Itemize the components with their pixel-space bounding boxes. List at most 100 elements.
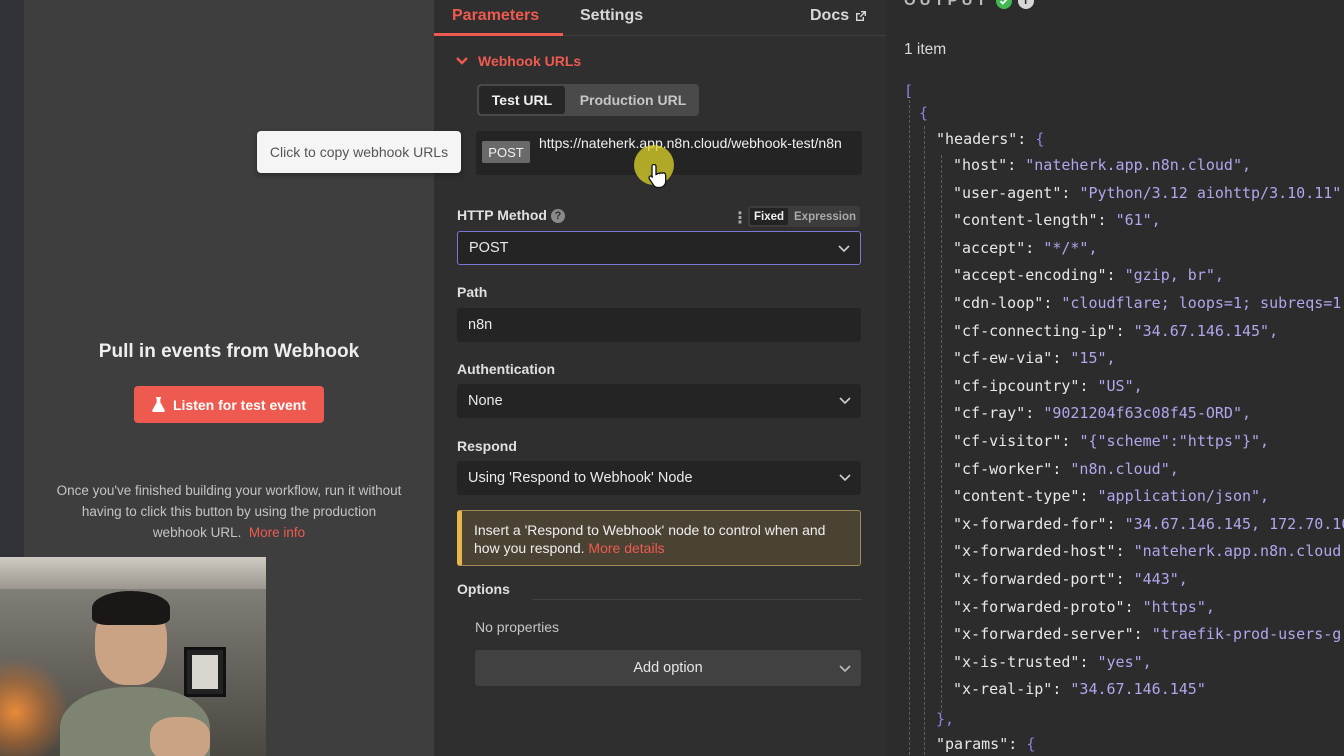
chevron-down-icon <box>839 474 851 482</box>
json-bracket: [ <box>904 82 914 100</box>
pointer-cursor-icon <box>648 163 667 189</box>
json-value: "nateherk.app.n8n.cloud <box>1133 542 1342 561</box>
flask-icon <box>152 397 165 412</box>
json-key: "cf-worker" <box>953 459 1053 478</box>
json-headers-line: "headers": { <box>936 130 1044 157</box>
json-value: "cloudflare; loops=1; subreqs=1 <box>1061 294 1342 312</box>
add-option-button[interactable]: Add option <box>475 650 861 686</box>
json-header-row: "cf-ew-via": "15", <box>953 349 1116 376</box>
tab-parameters[interactable]: Parameters <box>452 7 539 25</box>
expression-mode-button[interactable]: Expression <box>792 206 858 227</box>
copy-url-tooltip: Click to copy webhook URLs <box>257 131 461 173</box>
help-icon[interactable]: ? <box>550 209 565 223</box>
production-url-tab[interactable]: Production URL <box>569 84 697 116</box>
json-key: "params" <box>936 735 1009 753</box>
output-title: OUTPUT i <box>904 0 1034 9</box>
json-value: "US", <box>1097 376 1143 395</box>
json-header-row: "x-is-trusted": "yes", <box>953 653 1152 680</box>
json-value: "Python/3.12 aiohttp/3.10.11" <box>1079 183 1342 202</box>
webcam-person-hand <box>150 717 210 756</box>
json-punct: : <box>1052 349 1071 368</box>
json-punct: : <box>1061 183 1080 202</box>
json-value: "traefik-prod-users-g <box>1151 625 1342 644</box>
tab-settings[interactable]: Settings <box>580 7 643 25</box>
path-input[interactable]: n8n <box>457 308 861 342</box>
json-bracket: { <box>1026 735 1036 753</box>
json-punct: : <box>1115 321 1134 340</box>
json-punct: : <box>1043 294 1062 312</box>
chevron-down-icon <box>456 57 468 65</box>
path-value: n8n <box>468 317 493 333</box>
json-key: "accept" <box>953 238 1026 257</box>
json-value: "443", <box>1133 570 1188 588</box>
add-option-label: Add option <box>633 660 703 676</box>
json-punct: : <box>1115 570 1134 588</box>
more-options-icon[interactable]: ⋮ <box>732 208 748 228</box>
json-indent-guide <box>941 155 942 713</box>
json-value: "34.67.146.145" <box>1070 680 1206 699</box>
json-header-row: "cf-ray": "9021204f63c08f45-ORD", <box>953 404 1251 431</box>
json-key: "accept-encoding" <box>953 266 1107 285</box>
http-method-value: POST <box>469 240 509 256</box>
json-key: "cf-connecting-ip" <box>953 321 1116 340</box>
test-url-tab[interactable]: Test URL <box>479 86 565 114</box>
webhook-urls-toggle[interactable]: Webhook URLs <box>456 53 581 69</box>
json-key: "cf-ew-via" <box>953 349 1053 368</box>
chevron-down-icon <box>839 397 851 405</box>
json-key: "cf-ray" <box>953 404 1026 423</box>
chevron-down-icon <box>838 245 850 253</box>
json-key: "x-forwarded-server" <box>953 625 1134 644</box>
json-value: "yes", <box>1097 652 1152 671</box>
webhook-urls-title: Webhook URLs <box>478 53 582 69</box>
json-key: "x-is-trusted" <box>953 652 1080 671</box>
url-type-toggle: Test URL Production URL <box>477 84 699 116</box>
json-bracket: { <box>1035 130 1045 148</box>
json-punct: : <box>1097 211 1116 230</box>
json-params-line: "params": { <box>936 735 1035 756</box>
json-key: "host" <box>953 156 1008 174</box>
node-tabs: Parameters Settings Docs <box>434 0 886 36</box>
webcam-ceiling <box>0 557 266 589</box>
more-info-link[interactable]: More info <box>249 525 305 540</box>
fixed-expression-toggle: Fixed Expression <box>748 206 860 227</box>
json-value: "nateherk.app.n8n.cloud", <box>1025 156 1252 174</box>
json-value: "https", <box>1142 597 1215 616</box>
production-help-sentence: Once you've finished building your workf… <box>56 483 402 540</box>
output-title-text: OUTPUT <box>904 0 990 9</box>
respond-select[interactable]: Using 'Respond to Webhook' Node <box>457 461 861 495</box>
info-icon[interactable]: i <box>1017 0 1034 9</box>
external-link-icon <box>856 10 867 21</box>
json-bracket: }, <box>936 710 955 728</box>
json-header-row: "x-forwarded-for": "34.67.146.145, 172.7… <box>953 515 1344 542</box>
json-punct: : <box>1052 680 1071 699</box>
listen-for-test-event-button[interactable]: Listen for test event <box>134 386 324 423</box>
respond-notice: Insert a 'Respond to Webhook' node to co… <box>457 510 861 566</box>
json-value: "{"scheme":"https"}", <box>1079 432 1270 450</box>
json-punct: : <box>1106 266 1125 285</box>
check-circle-icon <box>995 0 1012 9</box>
json-header-row: "content-type": "application/json", <box>953 487 1269 514</box>
authentication-select[interactable]: None <box>457 384 861 418</box>
json-header-row: "accept-encoding": "gzip, br", <box>953 266 1224 293</box>
http-method-label: HTTP Method? <box>457 207 565 223</box>
options-label: Options <box>457 581 510 597</box>
json-header-row: "host": "nateherk.app.n8n.cloud", <box>953 156 1251 183</box>
url-method-badge: POST <box>482 141 530 163</box>
http-method-select[interactable]: POST <box>457 231 861 265</box>
json-value: "gzip, br", <box>1124 266 1224 285</box>
json-header-row: "x-forwarded-server": "traefik-prod-user… <box>953 625 1341 652</box>
chevron-down-icon <box>839 665 851 673</box>
json-header-row: "x-real-ip": "34.67.146.145" <box>953 680 1206 707</box>
fixed-mode-button[interactable]: Fixed <box>750 208 788 225</box>
docs-link[interactable]: Docs <box>810 7 867 25</box>
docs-label: Docs <box>810 7 850 24</box>
json-object-open: { <box>919 104 928 131</box>
more-details-link[interactable]: More details <box>588 540 664 556</box>
json-key: "content-type" <box>953 487 1080 506</box>
json-header-row: "accept": "*/*", <box>953 239 1098 266</box>
authentication-label: Authentication <box>457 361 555 377</box>
json-indent-guide <box>924 126 925 756</box>
json-key: "headers" <box>936 130 1018 148</box>
json-punct: : <box>1061 432 1080 450</box>
authentication-value: None <box>468 393 503 409</box>
